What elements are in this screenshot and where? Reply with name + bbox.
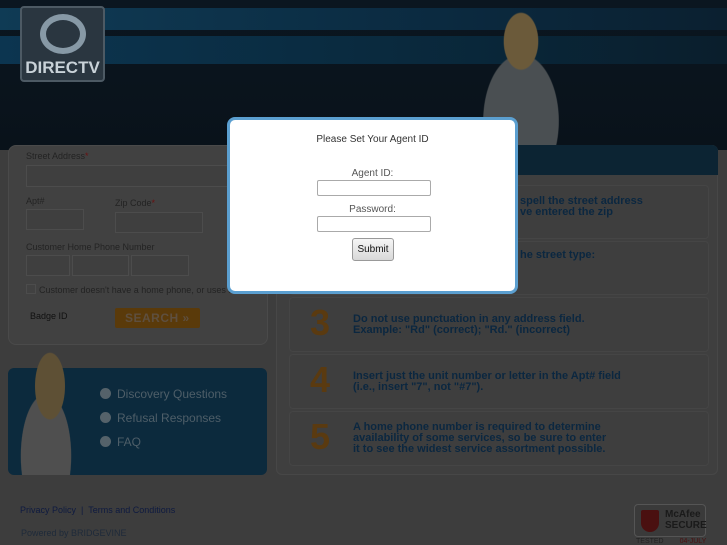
password-label: Password: <box>349 204 396 215</box>
bullet-icon <box>100 436 111 447</box>
tip-text: spell the street address ve entered the … <box>520 195 643 218</box>
apt-label: Apt# <box>26 196 45 206</box>
street-label: Street Address* <box>26 151 89 161</box>
header-stripe <box>0 8 727 30</box>
separator: | <box>81 505 84 515</box>
submit-button[interactable]: Submit <box>352 238 394 261</box>
privacy-policy-link[interactable]: Privacy Policy <box>20 505 76 515</box>
agent-id-input[interactable] <box>317 180 431 196</box>
tip-text: Do not use punctuation in any address fi… <box>353 313 585 336</box>
footer-links: Privacy Policy | Terms and Conditions <box>20 505 175 515</box>
directv-logo[interactable]: DIRECTV <box>20 6 105 82</box>
bullet-icon <box>100 412 111 423</box>
link-refusal-responses[interactable]: Refusal Responses <box>100 411 221 425</box>
bullet-icon <box>100 388 111 399</box>
zip-input[interactable] <box>115 212 203 233</box>
search-button[interactable]: SEARCH » <box>115 308 200 328</box>
apt-input[interactable] <box>26 209 84 230</box>
tip-item: 4 Insert just the unit number or letter i… <box>289 354 709 409</box>
phone-label: Customer Home Phone Number <box>26 242 155 252</box>
no-phone-label: Customer doesn't have a home phone, or u… <box>39 285 234 295</box>
tip-text: he street type: <box>520 249 596 261</box>
agent-id-label: Agent ID: <box>351 168 394 179</box>
agent-image <box>10 348 90 475</box>
phone-line-input[interactable] <box>131 255 189 276</box>
logo-text: DIRECTV <box>25 58 100 77</box>
chevron-right-icon: » <box>182 311 190 325</box>
badge-id-label: Badge ID <box>30 311 68 321</box>
tip-text: A home phone number is required to deter… <box>353 421 607 455</box>
link-faq[interactable]: FAQ <box>100 435 141 449</box>
mcafee-shield-icon <box>641 510 659 532</box>
password-input[interactable] <box>317 216 431 232</box>
header-stripe <box>0 36 727 64</box>
tip-text: Insert just the unit number or letter in… <box>353 370 621 393</box>
phone-prefix-input[interactable] <box>72 255 129 276</box>
tested-date: TESTED 04-JULY <box>636 538 707 545</box>
terms-link[interactable]: Terms and Conditions <box>88 505 175 515</box>
modal-title: Please Set Your Agent ID <box>316 134 429 145</box>
agent-id-modal: Please Set Your Agent ID Agent ID: Passw… <box>227 117 518 294</box>
no-phone-checkbox[interactable] <box>26 284 36 294</box>
logo-mark-icon <box>40 14 86 54</box>
powered-by: Powered by BRIDGEVINE <box>21 528 127 538</box>
link-discovery-questions[interactable]: Discovery Questions <box>100 387 227 401</box>
phone-area-input[interactable] <box>26 255 70 276</box>
mcafee-badge[interactable]: McAfee SECURE <box>634 504 707 537</box>
zip-label: Zip Code* <box>115 198 156 208</box>
tip-item: 5A home phone number is required to dete… <box>289 411 709 466</box>
tip-item: 3 Do not use punctuation in any address f… <box>289 297 709 352</box>
